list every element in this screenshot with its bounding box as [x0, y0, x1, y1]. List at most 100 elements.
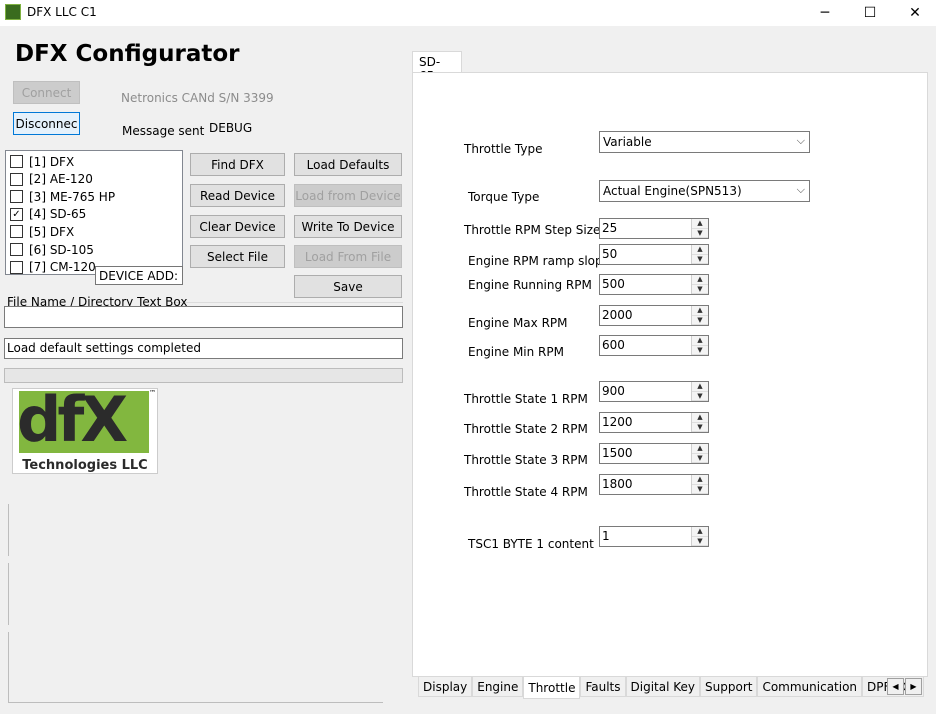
tab-display[interactable]: Display	[418, 677, 473, 697]
spin-up-icon[interactable]: ▲	[692, 245, 708, 255]
engine-min-rpm-spinbox[interactable]: 600 ▲ ▼	[599, 335, 709, 356]
connect-button[interactable]: Connect	[13, 81, 80, 104]
device-list-item[interactable]: [5] DFX	[10, 223, 74, 240]
device-label: [4] SD-65	[29, 207, 87, 222]
clear-device-button[interactable]: Clear Device	[190, 215, 285, 238]
tab-support[interactable]: Support	[700, 677, 758, 697]
spin-down-icon[interactable]: ▼	[692, 391, 708, 401]
empty-group-2	[8, 563, 383, 625]
engine-running-rpm-spinbox[interactable]: 500 ▲ ▼	[599, 274, 709, 295]
state3-spinbox[interactable]: 1500 ▲ ▼	[599, 443, 709, 464]
checkbox[interactable]	[10, 260, 23, 274]
checkbox[interactable]	[10, 155, 23, 168]
tab-engine[interactable]: Engine	[472, 677, 524, 697]
select-file-button[interactable]: Select File	[190, 245, 285, 268]
tsc1-spinbox[interactable]: 1 ▲ ▼	[599, 526, 709, 547]
spin-up-icon[interactable]: ▲	[692, 527, 708, 537]
checkbox[interactable]	[10, 243, 23, 256]
device-info: Netronics CANd S/N 3399	[121, 91, 274, 105]
engine-ramp-slope-label: Engine RPM ramp slope	[468, 254, 611, 268]
logo-tm: ™	[149, 389, 156, 397]
message-value: DEBUG	[209, 121, 253, 135]
throttle-rpm-step-spinbox[interactable]: 25 ▲ ▼	[599, 218, 709, 239]
engine-ramp-slope-spinbox[interactable]: 50 ▲ ▼	[599, 244, 709, 265]
load-defaults-button[interactable]: Load Defaults	[294, 153, 402, 176]
spin-value: 25	[602, 221, 618, 235]
find-dfx-button[interactable]: Find DFX	[190, 153, 285, 176]
progress-bar	[4, 368, 403, 383]
spin-down-icon[interactable]: ▼	[692, 345, 708, 355]
throttle-type-select[interactable]: Variable ⌵	[599, 131, 810, 153]
load-from-device-button[interactable]: Load from Device	[294, 184, 402, 207]
save-button[interactable]: Save	[294, 275, 402, 298]
spin-down-icon[interactable]: ▼	[692, 254, 708, 264]
dfx-logo: dfX ™ Technologies LLC	[12, 383, 158, 474]
spin-down-icon[interactable]: ▼	[692, 315, 708, 325]
torque-type-select[interactable]: Actual Engine(SPN513) ⌵	[599, 180, 810, 202]
spin-value: 500	[602, 277, 625, 291]
device-label: [5] DFX	[29, 224, 75, 239]
torque-type-value: Actual Engine(SPN513)	[603, 184, 742, 198]
device-label: [2] AE-120	[29, 172, 93, 187]
spin-value: 2000	[602, 308, 633, 322]
maximize-button[interactable]: ☐	[847, 0, 893, 26]
spin-up-icon[interactable]: ▲	[692, 219, 708, 229]
torque-type-label: Torque Type	[468, 190, 540, 204]
load-from-file-button[interactable]: Load From File	[294, 245, 402, 268]
state2-label: Throttle State 2 RPM	[464, 422, 588, 436]
close-button[interactable]: ✕	[892, 0, 936, 26]
spin-down-icon[interactable]: ▼	[692, 284, 708, 294]
app-icon	[5, 4, 21, 20]
checkbox[interactable]	[10, 190, 23, 204]
spin-value: 600	[602, 338, 625, 352]
spin-value: 1500	[602, 446, 633, 460]
state2-spinbox[interactable]: 1200 ▲ ▼	[599, 412, 709, 433]
device-label: [6] SD-105	[29, 242, 94, 257]
device-list-item[interactable]: [7] CM-120	[10, 259, 96, 276]
spin-down-icon[interactable]: ▼	[692, 228, 708, 238]
checkbox[interactable]: ✓	[10, 207, 23, 221]
spin-down-icon[interactable]: ▼	[692, 422, 708, 432]
empty-group-3	[8, 632, 383, 703]
tab-digital-key[interactable]: Digital Key	[625, 677, 701, 697]
device-list-item[interactable]: ✓ [4] SD-65	[10, 206, 86, 223]
spin-up-icon[interactable]: ▲	[692, 306, 708, 316]
tab-scroll-right-icon[interactable]: ▶	[905, 678, 922, 695]
spin-up-icon[interactable]: ▲	[692, 444, 708, 454]
write-to-device-button[interactable]: Write To Device	[294, 215, 402, 238]
state1-spinbox[interactable]: 900 ▲ ▼	[599, 381, 709, 402]
throttle-type-value: Variable	[603, 135, 652, 149]
checkbox[interactable]	[10, 172, 23, 186]
spin-up-icon[interactable]: ▲	[692, 413, 708, 423]
tab-scroll-left-icon[interactable]: ◀	[887, 678, 904, 695]
spin-down-icon[interactable]: ▼	[692, 536, 708, 546]
device-list-item[interactable]: [1] DFX	[10, 153, 74, 170]
device-list-item[interactable]: [3] ME-765 HP	[10, 188, 115, 205]
tab-throttle[interactable]: Throttle	[523, 677, 581, 699]
spin-up-icon[interactable]: ▲	[692, 475, 708, 485]
minimize-button[interactable]: ─	[802, 0, 848, 26]
checkbox[interactable]	[10, 225, 23, 239]
device-list-item[interactable]: [2] AE-120	[10, 171, 93, 188]
spin-up-icon[interactable]: ▲	[692, 336, 708, 346]
device-list-item[interactable]: [6] SD-105	[10, 241, 94, 258]
tab-faults[interactable]: Faults	[580, 677, 626, 697]
spin-up-icon[interactable]: ▲	[692, 382, 708, 392]
engine-max-rpm-spinbox[interactable]: 2000 ▲ ▼	[599, 305, 709, 326]
file-path-input[interactable]	[4, 306, 403, 328]
logo-subtitle: Technologies LLC	[22, 458, 148, 473]
state4-spinbox[interactable]: 1800 ▲ ▼	[599, 474, 709, 495]
spin-down-icon[interactable]: ▼	[692, 484, 708, 494]
spin-up-icon[interactable]: ▲	[692, 275, 708, 285]
spin-down-icon[interactable]: ▼	[692, 453, 708, 463]
disconnect-button[interactable]: Disconnec	[13, 112, 80, 135]
tsc1-label: TSC1 BYTE 1 content	[468, 537, 594, 551]
read-device-button[interactable]: Read Device	[190, 184, 285, 207]
empty-group-1	[8, 504, 383, 556]
group-divider	[173, 302, 403, 303]
device-list[interactable]: [1] DFX [2] AE-120 [3] ME-765 HP ✓ [4] SD-65…	[5, 150, 183, 275]
spin-value: 900	[602, 384, 625, 398]
tab-sd-65[interactable]: SD-65	[412, 51, 462, 83]
state4-label: Throttle State 4 RPM	[464, 485, 588, 499]
tab-communication[interactable]: Communication	[757, 677, 863, 697]
